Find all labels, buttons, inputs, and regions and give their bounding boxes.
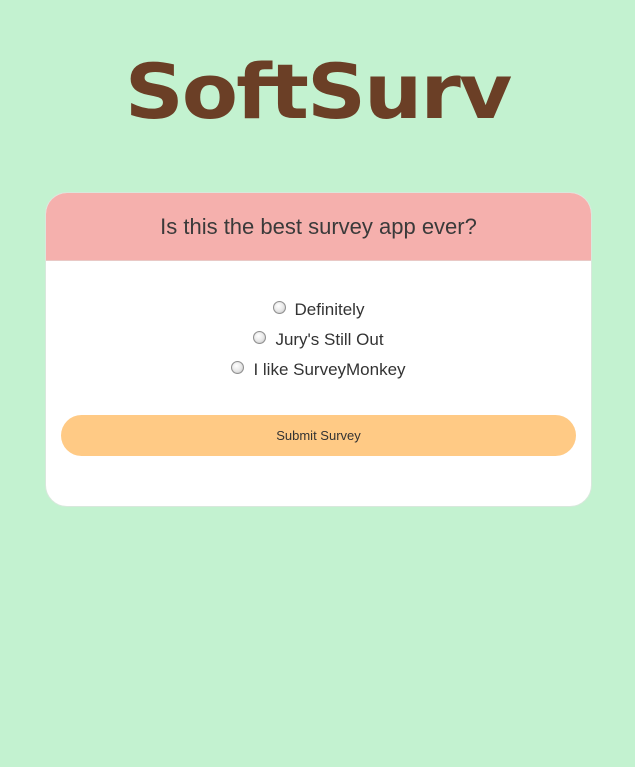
option-label: Definitely: [294, 300, 365, 319]
radio-button[interactable]: [253, 330, 267, 344]
app-logo: SoftSurv: [124, 48, 513, 137]
page: SoftSurv Is this the best survey app eve…: [0, 0, 635, 767]
survey-card: Is this the best survey app ever? Defini…: [45, 192, 592, 507]
radio-button[interactable]: [231, 360, 245, 374]
option-definitely[interactable]: Definitely: [272, 295, 365, 325]
question-header: Is this the best survey app ever?: [46, 193, 591, 261]
option-label: I like SurveyMonkey: [253, 360, 406, 379]
answer-options: Definitely Jury's Still Out I like Surve…: [46, 295, 591, 385]
submit-survey-button[interactable]: Submit Survey: [61, 415, 576, 456]
option-surveymonkey[interactable]: I like SurveyMonkey: [231, 355, 406, 385]
option-jury-still-out[interactable]: Jury's Still Out: [253, 325, 384, 355]
radio-button[interactable]: [272, 300, 286, 314]
option-label: Jury's Still Out: [275, 330, 384, 349]
survey-question: Is this the best survey app ever?: [160, 213, 477, 239]
